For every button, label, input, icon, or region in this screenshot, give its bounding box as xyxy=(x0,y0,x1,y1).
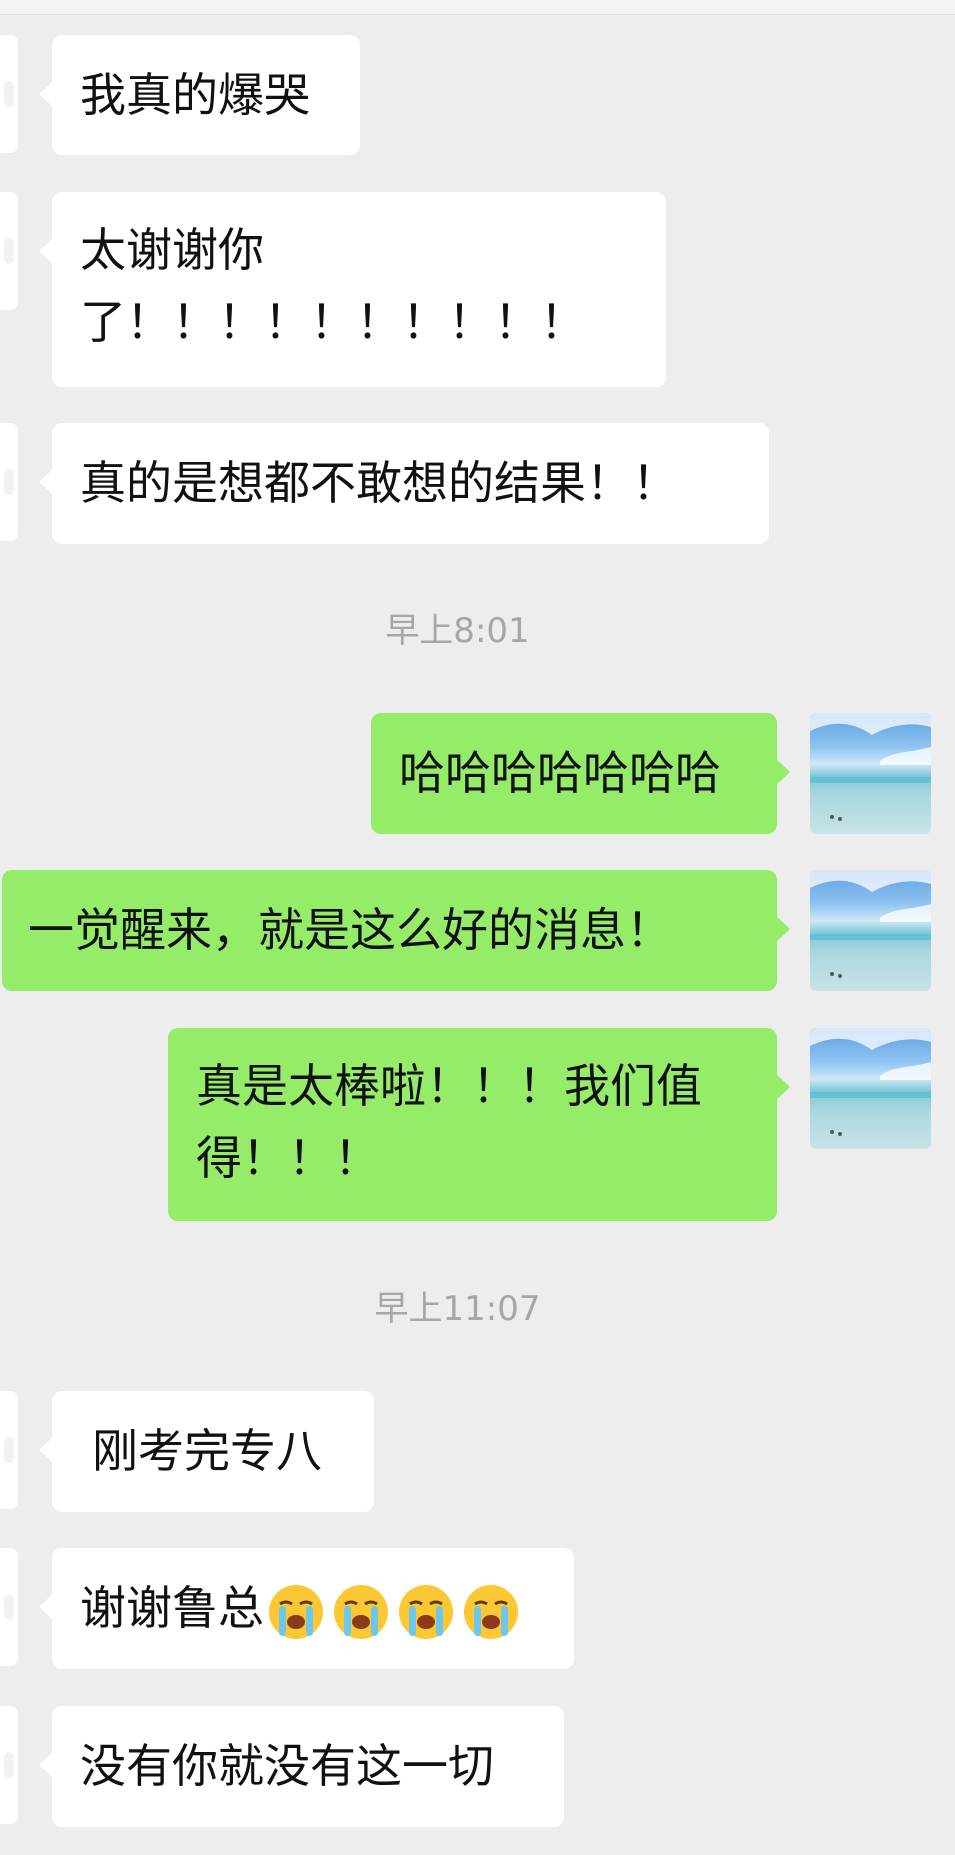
message-bubble-incoming[interactable]: 谢谢鲁总 xyxy=(39,1548,574,1669)
message-text: 我真的爆哭 xyxy=(80,68,310,122)
chat-window[interactable]: 我真的爆哭 太谢谢你 了！！！！！！！！！！ 真的是想都不敢想的结果！！ 早上8… xyxy=(0,0,955,1855)
contact-avatar[interactable] xyxy=(0,1548,18,1666)
beach-sky-photo xyxy=(810,1028,931,1136)
message-text: 真的是想都不敢想的结果！！ xyxy=(80,456,678,510)
timestamp: 早上11:07 xyxy=(374,1289,541,1329)
message-bubble-incoming[interactable]: 太谢谢你 了！！！！！！！！！！ xyxy=(39,192,666,387)
message-bubble-outgoing[interactable]: 真是太棒啦！！！我们值 得！！！ xyxy=(168,1028,790,1221)
loudly-crying-face-icon xyxy=(269,1584,323,1639)
user-avatar[interactable] xyxy=(810,713,931,834)
message-text-line: 得！！！ xyxy=(196,1131,380,1185)
beach-sky-photo xyxy=(810,713,931,821)
contact-avatar[interactable] xyxy=(0,423,18,541)
message-bubble-outgoing[interactable]: 哈哈哈哈哈哈哈 xyxy=(371,713,790,834)
message-text: 一觉醒来，就是这么好的消息！ xyxy=(28,903,672,957)
message-bubble-incoming[interactable]: 刚考完专八 xyxy=(39,1391,374,1512)
message-bubble-incoming[interactable]: 真的是想都不敢想的结果！！ xyxy=(39,423,769,544)
contact-avatar[interactable] xyxy=(0,1391,18,1509)
message-text: 没有你就没有这一切 xyxy=(80,1739,494,1793)
message-text-line: 太谢谢你 xyxy=(80,223,264,277)
message-bubble-outgoing[interactable]: 一觉醒来，就是这么好的消息！ xyxy=(2,870,790,991)
contact-avatar[interactable] xyxy=(0,1706,18,1824)
top-divider xyxy=(0,0,955,15)
beach-sky-photo xyxy=(810,870,931,978)
loudly-crying-face-icon xyxy=(399,1584,453,1639)
user-avatar[interactable] xyxy=(810,1028,931,1149)
message-text-line: 了！！！！！！！！！！ xyxy=(80,295,586,349)
message-bubble-incoming[interactable]: 没有你就没有这一切 xyxy=(39,1706,564,1827)
user-avatar[interactable] xyxy=(810,870,931,991)
message-bubble-incoming[interactable]: 我真的爆哭 xyxy=(39,35,360,155)
emoji-group xyxy=(266,1582,526,1642)
contact-avatar[interactable] xyxy=(0,35,18,153)
message-text: 刚考完专八 xyxy=(92,1424,322,1478)
loudly-crying-face-icon xyxy=(334,1584,388,1639)
contact-avatar[interactable] xyxy=(0,192,18,310)
message-text-line: 真是太棒啦！！！我们值 xyxy=(196,1059,702,1113)
loudly-crying-face-icon xyxy=(464,1584,518,1639)
message-text: 谢谢鲁总 xyxy=(80,1581,264,1635)
message-text: 哈哈哈哈哈哈哈 xyxy=(399,746,721,800)
timestamp: 早上8:01 xyxy=(385,611,530,651)
